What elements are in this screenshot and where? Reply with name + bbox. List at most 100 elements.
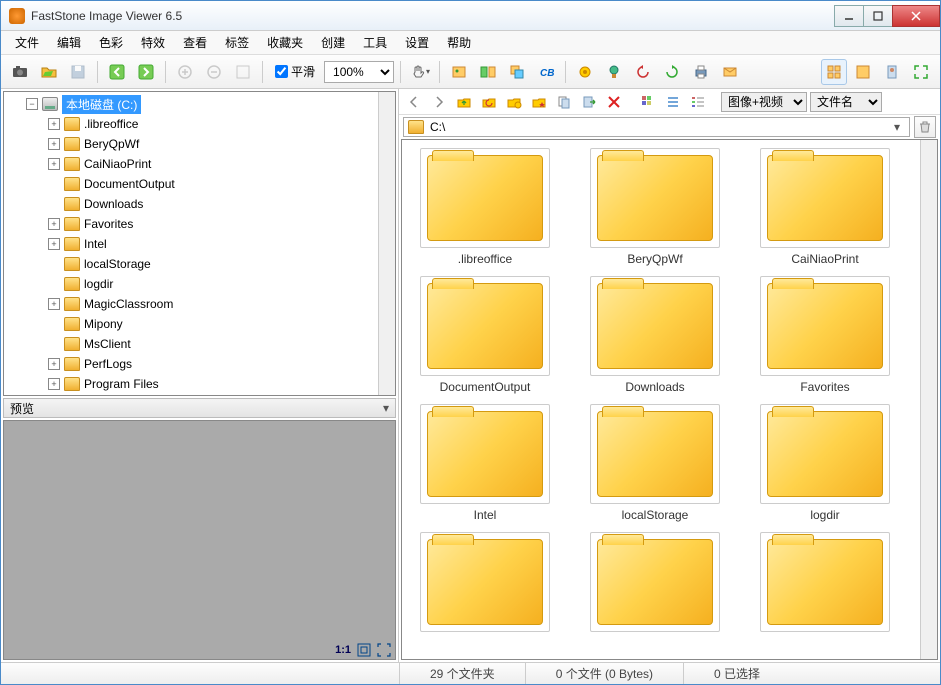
menu-favorites[interactable]: 收藏夹 bbox=[259, 32, 311, 53]
thumbnail-item[interactable]: localStorage bbox=[580, 404, 730, 522]
nav-fwd-arrow-icon[interactable] bbox=[428, 91, 450, 113]
thumbnail-item[interactable] bbox=[580, 532, 730, 636]
hand-icon[interactable]: ▾ bbox=[407, 59, 433, 85]
thumbnail-item[interactable]: Intel bbox=[410, 404, 560, 522]
chevron-down-icon[interactable]: ▾ bbox=[889, 120, 905, 134]
nav-back-arrow-icon[interactable] bbox=[403, 91, 425, 113]
view-single-icon[interactable] bbox=[850, 59, 876, 85]
thumbnail-label: Intel bbox=[474, 508, 497, 522]
thumbnail-item[interactable]: DocumentOutput bbox=[410, 276, 560, 394]
view-thumbnails-icon[interactable] bbox=[821, 59, 847, 85]
thumbnail-item[interactable]: logdir bbox=[750, 404, 900, 522]
expander-icon[interactable]: + bbox=[48, 118, 60, 130]
tree-item[interactable]: localStorage bbox=[4, 254, 395, 274]
right-panel: 图像+视频 文件名 C:\ ▾ .libreofficeBeryQpWfCaiN… bbox=[399, 89, 940, 662]
fit-window-icon[interactable] bbox=[357, 643, 371, 657]
tree-item[interactable]: DocumentOutput bbox=[4, 174, 395, 194]
fullscreen-icon[interactable] bbox=[908, 59, 934, 85]
tree-item[interactable]: +Intel bbox=[4, 234, 395, 254]
nav-move-icon[interactable] bbox=[578, 91, 600, 113]
tree-item[interactable]: +BeryQpWf bbox=[4, 134, 395, 154]
thumbnail-item[interactable] bbox=[750, 532, 900, 636]
tree-item[interactable]: +MagicClassroom bbox=[4, 294, 395, 314]
minimize-button[interactable] bbox=[834, 5, 864, 27]
zoom-combo[interactable]: 100% bbox=[324, 61, 394, 83]
view-grid-icon[interactable] bbox=[637, 91, 659, 113]
zoom-in-icon[interactable] bbox=[172, 59, 198, 85]
thumbs-scrollbar[interactable] bbox=[920, 140, 937, 659]
thumbnail-item[interactable]: Favorites bbox=[750, 276, 900, 394]
maximize-button[interactable] bbox=[863, 5, 893, 27]
tree-item[interactable]: Mipony bbox=[4, 314, 395, 334]
menu-create[interactable]: 创建 bbox=[313, 32, 353, 53]
tree-item[interactable]: +Program Files bbox=[4, 374, 395, 394]
expander-icon[interactable]: + bbox=[48, 138, 60, 150]
actual-size-icon[interactable] bbox=[230, 59, 256, 85]
tree-scrollbar[interactable] bbox=[378, 92, 395, 395]
menu-view[interactable]: 查看 bbox=[175, 32, 215, 53]
tree-item[interactable]: Downloads bbox=[4, 194, 395, 214]
tree-item[interactable]: +PerfLogs bbox=[4, 354, 395, 374]
nav-copy-icon[interactable] bbox=[553, 91, 575, 113]
menu-edit[interactable]: 编辑 bbox=[49, 32, 89, 53]
thumbnail-item[interactable] bbox=[410, 532, 560, 636]
expander-icon[interactable]: + bbox=[48, 238, 60, 250]
menu-file[interactable]: 文件 bbox=[7, 32, 47, 53]
view-list-icon[interactable] bbox=[662, 91, 684, 113]
thumbnail-item[interactable]: Downloads bbox=[580, 276, 730, 394]
thumbnail-item[interactable]: CaiNiaoPrint bbox=[750, 148, 900, 266]
thumbnail-item[interactable]: .libreoffice bbox=[410, 148, 560, 266]
expander-icon[interactable]: + bbox=[48, 218, 60, 230]
menu-settings[interactable]: 设置 bbox=[397, 32, 437, 53]
rotate-left-icon[interactable] bbox=[630, 59, 656, 85]
path-combo[interactable]: C:\ ▾ bbox=[403, 117, 910, 137]
menu-help[interactable]: 帮助 bbox=[439, 32, 479, 53]
expander-icon[interactable]: + bbox=[48, 158, 60, 170]
tree-item[interactable]: MsClient bbox=[4, 334, 395, 354]
menu-tag[interactable]: 标签 bbox=[217, 32, 257, 53]
smooth-checkbox[interactable]: 平滑 bbox=[275, 63, 315, 80]
tree-item[interactable]: logdir bbox=[4, 274, 395, 294]
thumbnail-item[interactable]: BeryQpWf bbox=[580, 148, 730, 266]
nav-favorites-icon[interactable] bbox=[528, 91, 550, 113]
view-portrait-icon[interactable] bbox=[879, 59, 905, 85]
tree-item[interactable]: +.libreoffice bbox=[4, 114, 395, 134]
rotate-right-icon[interactable] bbox=[659, 59, 685, 85]
expander-icon[interactable]: + bbox=[48, 298, 60, 310]
batch-convert-icon[interactable] bbox=[504, 59, 530, 85]
nav-delete-icon[interactable] bbox=[603, 91, 625, 113]
nav-refresh-icon[interactable] bbox=[478, 91, 500, 113]
nav-newfolder-icon[interactable] bbox=[503, 91, 525, 113]
expander-icon[interactable]: + bbox=[48, 358, 60, 370]
tree-item[interactable]: +Favorites bbox=[4, 214, 395, 234]
preview-collapse-icon[interactable]: ▾ bbox=[383, 401, 389, 415]
camera-icon[interactable] bbox=[7, 59, 33, 85]
menu-effect[interactable]: 特效 bbox=[133, 32, 173, 53]
print-icon[interactable] bbox=[688, 59, 714, 85]
thumbnail-view[interactable]: .libreofficeBeryQpWfCaiNiaoPrint Document… bbox=[401, 139, 938, 660]
menu-tools[interactable]: 工具 bbox=[355, 32, 395, 53]
slideshow-icon[interactable] bbox=[446, 59, 472, 85]
recycle-bin-icon[interactable] bbox=[914, 116, 936, 138]
tree-item[interactable]: +CaiNiaoPrint bbox=[4, 154, 395, 174]
compare-icon[interactable] bbox=[475, 59, 501, 85]
filter-combo[interactable]: 图像+视频 bbox=[721, 92, 807, 112]
screen-capture-icon[interactable] bbox=[601, 59, 627, 85]
menu-color[interactable]: 色彩 bbox=[91, 32, 131, 53]
expander-icon[interactable]: + bbox=[48, 378, 60, 390]
close-button[interactable] bbox=[892, 5, 940, 27]
save-icon[interactable] bbox=[65, 59, 91, 85]
fit-screen-icon[interactable] bbox=[377, 643, 391, 657]
nav-forward-icon[interactable] bbox=[133, 59, 159, 85]
nav-back-icon[interactable] bbox=[104, 59, 130, 85]
nav-up-icon[interactable] bbox=[453, 91, 475, 113]
sort-combo[interactable]: 文件名 bbox=[810, 92, 882, 112]
batch-rename-icon[interactable]: CB bbox=[533, 59, 559, 85]
tree-root-drive[interactable]: − 本地磁盘 (C:) bbox=[4, 94, 395, 114]
settings-gear-icon[interactable] bbox=[572, 59, 598, 85]
view-details-icon[interactable] bbox=[687, 91, 709, 113]
email-icon[interactable] bbox=[717, 59, 743, 85]
open-folder-icon[interactable] bbox=[36, 59, 62, 85]
folder-tree[interactable]: − 本地磁盘 (C:) +.libreoffice+BeryQpWf+CaiNi… bbox=[3, 91, 396, 396]
zoom-out-icon[interactable] bbox=[201, 59, 227, 85]
